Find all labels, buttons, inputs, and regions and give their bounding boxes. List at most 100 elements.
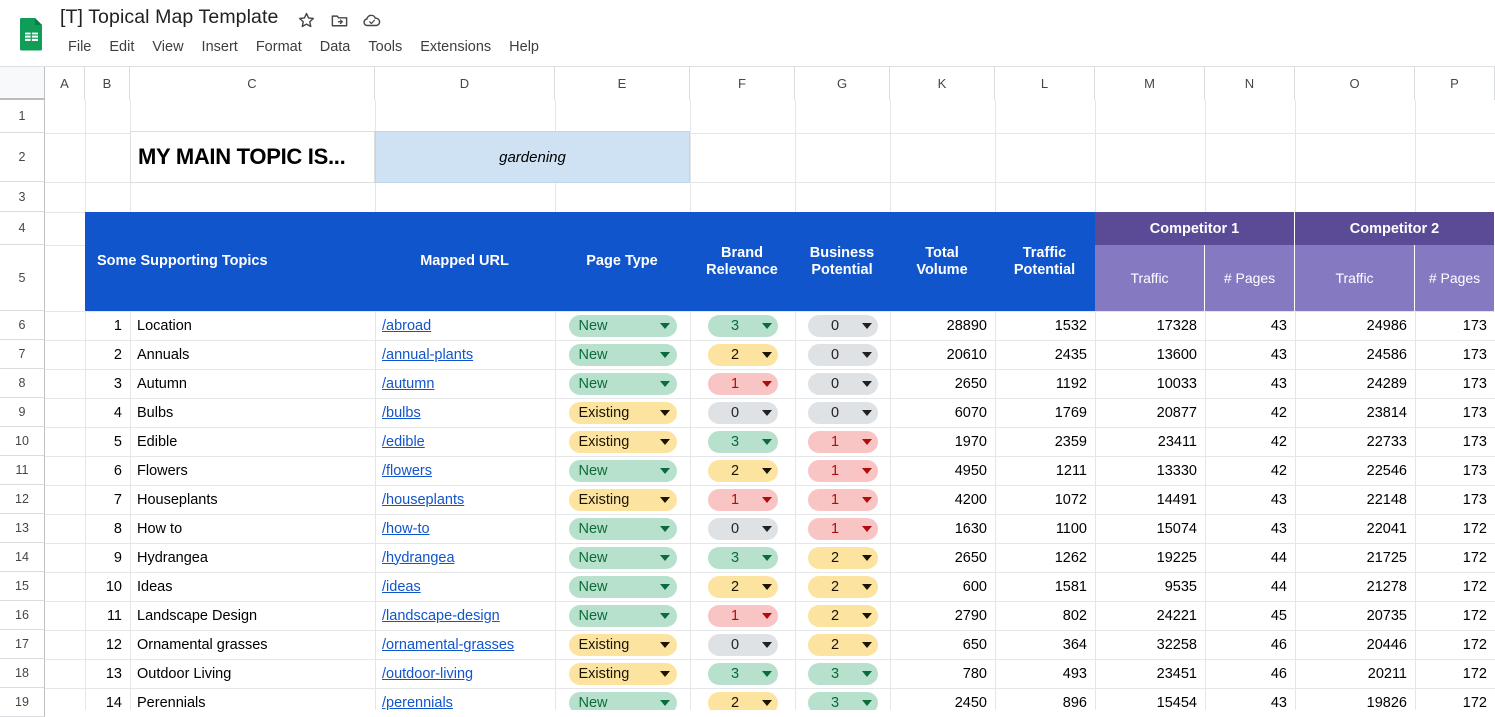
brand-relevance-dropdown[interactable]: 1 <box>707 372 778 395</box>
topic-cell[interactable]: Hydrangea <box>130 543 375 572</box>
column-header-l[interactable]: L <box>995 67 1095 100</box>
topic-cell[interactable]: Flowers <box>130 456 375 485</box>
competitor-2-pages-cell[interactable]: 172 <box>1415 688 1495 711</box>
brand-relevance-dropdown[interactable]: 3 <box>707 662 778 685</box>
mapped-url-link[interactable]: /hydrangea <box>375 543 555 572</box>
row-header-14[interactable]: 14 <box>0 543 45 572</box>
total-volume-cell[interactable]: 6070 <box>890 398 995 427</box>
traffic-potential-cell[interactable]: 493 <box>995 659 1095 688</box>
topic-cell[interactable]: Landscape Design <box>130 601 375 630</box>
topic-cell[interactable]: Ideas <box>130 572 375 601</box>
brand-relevance-dropdown[interactable]: 2 <box>707 459 778 482</box>
row-header-19[interactable]: 19 <box>0 688 45 717</box>
column-header-n[interactable]: N <box>1205 67 1295 100</box>
column-header-e[interactable]: E <box>555 67 690 100</box>
column-header-o[interactable]: O <box>1295 67 1415 100</box>
page-type-dropdown[interactable]: New <box>568 314 677 337</box>
menu-item-insert[interactable]: Insert <box>193 36 247 58</box>
traffic-potential-cell[interactable]: 1072 <box>995 485 1095 514</box>
menu-item-data[interactable]: Data <box>311 36 360 58</box>
page-type-dropdown[interactable]: New <box>568 691 677 710</box>
page-type-dropdown[interactable]: New <box>568 343 677 366</box>
competitor-1-pages-cell[interactable]: 44 <box>1205 572 1295 601</box>
traffic-potential-cell[interactable]: 802 <box>995 601 1095 630</box>
brand-relevance-dropdown[interactable]: 3 <box>707 314 778 337</box>
page-type-dropdown[interactable]: Existing <box>568 633 677 656</box>
row-header-6[interactable]: 6 <box>0 311 45 340</box>
competitor-1-traffic-cell[interactable]: 9535 <box>1095 572 1205 601</box>
competitor-1-pages-cell[interactable]: 43 <box>1205 485 1295 514</box>
business-potential-dropdown[interactable]: 1 <box>807 459 878 482</box>
topic-cell[interactable]: Houseplants <box>130 485 375 514</box>
page-type-dropdown[interactable]: Existing <box>568 401 677 424</box>
column-header-f[interactable]: F <box>690 67 795 100</box>
total-volume-cell[interactable]: 28890 <box>890 311 995 340</box>
move-to-folder-icon[interactable] <box>329 10 349 30</box>
brand-relevance-dropdown[interactable]: 0 <box>707 633 778 656</box>
business-potential-dropdown[interactable]: 2 <box>807 546 878 569</box>
total-volume-cell[interactable]: 1970 <box>890 427 995 456</box>
traffic-potential-cell[interactable]: 364 <box>995 630 1095 659</box>
traffic-potential-cell[interactable]: 1581 <box>995 572 1095 601</box>
traffic-potential-cell[interactable]: 1262 <box>995 543 1095 572</box>
page-type-dropdown[interactable]: Existing <box>568 430 677 453</box>
menu-item-view[interactable]: View <box>143 36 192 58</box>
mapped-url-link[interactable]: /outdoor-living <box>375 659 555 688</box>
menu-item-format[interactable]: Format <box>247 36 311 58</box>
competitor-2-traffic-cell[interactable]: 21725 <box>1295 543 1415 572</box>
competitor-1-traffic-cell[interactable]: 19225 <box>1095 543 1205 572</box>
competitor-2-traffic-cell[interactable]: 22041 <box>1295 514 1415 543</box>
topic-cell[interactable]: Bulbs <box>130 398 375 427</box>
business-potential-dropdown[interactable]: 2 <box>807 604 878 627</box>
competitor-1-pages-cell[interactable]: 42 <box>1205 427 1295 456</box>
competitor-1-pages-cell[interactable]: 42 <box>1205 398 1295 427</box>
competitor-1-traffic-cell[interactable]: 13330 <box>1095 456 1205 485</box>
total-volume-cell[interactable]: 780 <box>890 659 995 688</box>
menu-item-file[interactable]: File <box>59 36 100 58</box>
competitor-2-pages-cell[interactable]: 172 <box>1415 572 1495 601</box>
row-header-15[interactable]: 15 <box>0 572 45 601</box>
menu-item-edit[interactable]: Edit <box>100 36 143 58</box>
column-header-p[interactable]: P <box>1415 67 1495 100</box>
traffic-potential-cell[interactable]: 1211 <box>995 456 1095 485</box>
total-volume-cell[interactable]: 1630 <box>890 514 995 543</box>
column-header-a[interactable]: A <box>45 67 85 100</box>
business-potential-dropdown[interactable]: 0 <box>807 314 878 337</box>
business-potential-dropdown[interactable]: 3 <box>807 691 878 710</box>
competitor-2-pages-cell[interactable]: 172 <box>1415 514 1495 543</box>
mapped-url-link[interactable]: /ideas <box>375 572 555 601</box>
mapped-url-link[interactable]: /abroad <box>375 311 555 340</box>
topic-cell[interactable]: Perennials <box>130 688 375 711</box>
row-header-16[interactable]: 16 <box>0 601 45 630</box>
competitor-2-pages-cell[interactable]: 173 <box>1415 311 1495 340</box>
total-volume-cell[interactable]: 2450 <box>890 688 995 711</box>
column-header-m[interactable]: M <box>1095 67 1205 100</box>
business-potential-dropdown[interactable]: 1 <box>807 517 878 540</box>
topic-cell[interactable]: Autumn <box>130 369 375 398</box>
competitor-1-pages-cell[interactable]: 45 <box>1205 601 1295 630</box>
total-volume-cell[interactable]: 2650 <box>890 369 995 398</box>
competitor-1-traffic-cell[interactable]: 10033 <box>1095 369 1205 398</box>
brand-relevance-dropdown[interactable]: 2 <box>707 691 778 710</box>
competitor-1-traffic-cell[interactable]: 32258 <box>1095 630 1205 659</box>
topic-cell[interactable]: Location <box>130 311 375 340</box>
competitor-2-traffic-cell[interactable]: 22733 <box>1295 427 1415 456</box>
mapped-url-link[interactable]: /bulbs <box>375 398 555 427</box>
topic-cell[interactable]: Outdoor Living <box>130 659 375 688</box>
document-title[interactable]: [T] Topical Map Template <box>60 6 278 29</box>
brand-relevance-dropdown[interactable]: 2 <box>707 343 778 366</box>
page-type-dropdown[interactable]: New <box>568 546 677 569</box>
star-icon[interactable] <box>296 10 316 30</box>
competitor-2-traffic-cell[interactable]: 20211 <box>1295 659 1415 688</box>
business-potential-dropdown[interactable]: 0 <box>807 401 878 424</box>
business-potential-dropdown[interactable]: 1 <box>807 488 878 511</box>
brand-relevance-dropdown[interactable]: 1 <box>707 604 778 627</box>
competitor-2-pages-cell[interactable]: 173 <box>1415 456 1495 485</box>
mapped-url-link[interactable]: /edible <box>375 427 555 456</box>
column-header-c[interactable]: C <box>130 67 375 100</box>
select-all-corner[interactable] <box>0 67 45 100</box>
business-potential-dropdown[interactable]: 1 <box>807 430 878 453</box>
competitor-1-pages-cell[interactable]: 43 <box>1205 514 1295 543</box>
row-header-11[interactable]: 11 <box>0 456 45 485</box>
traffic-potential-cell[interactable]: 1769 <box>995 398 1095 427</box>
